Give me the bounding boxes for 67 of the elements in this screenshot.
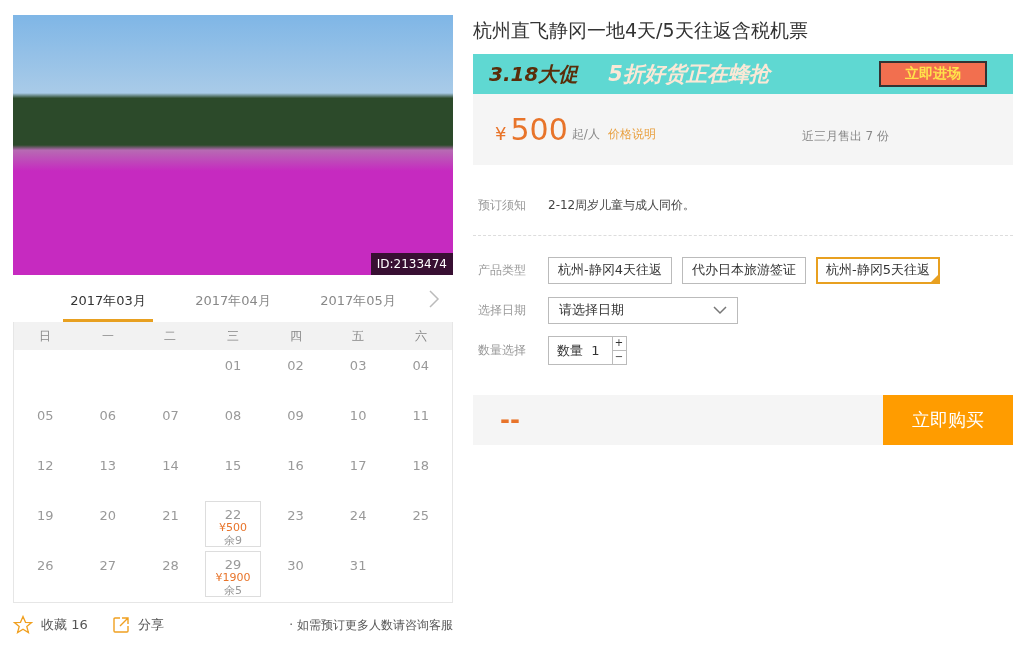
product-type-option[interactable]: 代办日本旅游签证	[681, 256, 806, 284]
date-cell: 07	[162, 408, 179, 423]
weekday-label: 五	[352, 327, 365, 345]
date-cell: 08	[224, 408, 242, 423]
date-cell: 18	[412, 458, 429, 473]
date-cell: 24	[349, 508, 367, 523]
weekday-label: 四	[289, 327, 302, 345]
date-cell: 14	[162, 458, 179, 473]
price-amount: 500	[510, 112, 568, 147]
total-price: --	[500, 406, 520, 434]
field-label: 产品类型	[478, 261, 527, 279]
favorite-link[interactable]: 收藏 16	[41, 616, 88, 634]
price-unit: 起/人	[571, 126, 600, 143]
weekday-label: 日	[39, 327, 52, 345]
field-label: 数量选择	[478, 342, 527, 359]
promo-slogan: 5折好货正在蜂抢	[608, 61, 770, 88]
date-cell: 30	[287, 558, 304, 573]
date-cell: 17	[349, 458, 367, 473]
share-link[interactable]: 分享	[137, 616, 164, 634]
date-cell: 11	[412, 408, 429, 423]
share-icon[interactable]	[111, 616, 130, 634]
star-icon[interactable]	[13, 615, 33, 635]
promo-banner[interactable]: 3.18大促 5折好货正在蜂抢 立即进场	[473, 54, 1013, 94]
decrement-button[interactable]: −	[612, 350, 626, 364]
product-title: 杭州直飞静冈一地4天/5天往返含税机票	[473, 18, 809, 43]
date-cell: 10	[349, 408, 367, 423]
date-cell: 03	[349, 358, 367, 373]
sales-count: 近三月售出 7 份	[801, 128, 890, 145]
weekday-label: 六	[414, 327, 427, 345]
weekday-label: 一	[101, 327, 114, 345]
weekday-label: 二	[164, 327, 177, 345]
date-cell: 01	[224, 358, 242, 373]
date-cell: 02	[287, 358, 304, 373]
product-type-option[interactable]: 杭州-静冈4天往返	[548, 256, 672, 284]
date-cell: 16	[287, 458, 304, 473]
date-cell: 19	[37, 508, 54, 523]
date-select[interactable]: 请选择日期	[548, 296, 738, 324]
field-label: 预订须知	[478, 196, 527, 214]
product-type-option[interactable]: 杭州-静冈5天往返	[815, 256, 940, 284]
chevron-right-icon[interactable]	[428, 289, 440, 308]
date-cell: 09	[287, 408, 304, 423]
date-cell: 23	[287, 508, 304, 523]
date-cell: 27	[99, 558, 117, 573]
date-cell: 06	[99, 408, 117, 423]
currency-sign: ¥	[495, 123, 507, 144]
date-cell: 26	[37, 558, 54, 573]
promo-tag: 3.18大促	[489, 60, 579, 88]
date-cell: 04	[412, 358, 429, 373]
weekday-label: 三	[227, 327, 239, 345]
quantity-stepper[interactable]: 数量 1 + −	[548, 336, 627, 365]
date-cell: 28	[162, 558, 179, 573]
date-cell: 20	[99, 508, 117, 523]
field-label: 选择日期	[478, 301, 527, 319]
date-cell: 21	[162, 508, 179, 523]
photo-id-label: ID:2133474	[370, 253, 453, 275]
date-cell: 15	[224, 458, 242, 473]
notice-text: 2-12周岁儿童与成人同价。	[548, 196, 696, 214]
date-cell: 13	[99, 458, 117, 473]
month-tab[interactable]: 2017年04月	[188, 275, 278, 322]
customer-service-note: · 如需预订更多人数请咨询客服	[289, 616, 453, 634]
date-cell: 31	[349, 558, 367, 573]
date-cell: 12	[37, 458, 54, 473]
date-cell: 25	[412, 508, 429, 523]
increment-button[interactable]: +	[612, 337, 626, 350]
date-cell: 05	[37, 408, 54, 423]
chevron-down-icon	[713, 305, 727, 315]
month-tab[interactable]: 2017年05月	[313, 275, 403, 322]
